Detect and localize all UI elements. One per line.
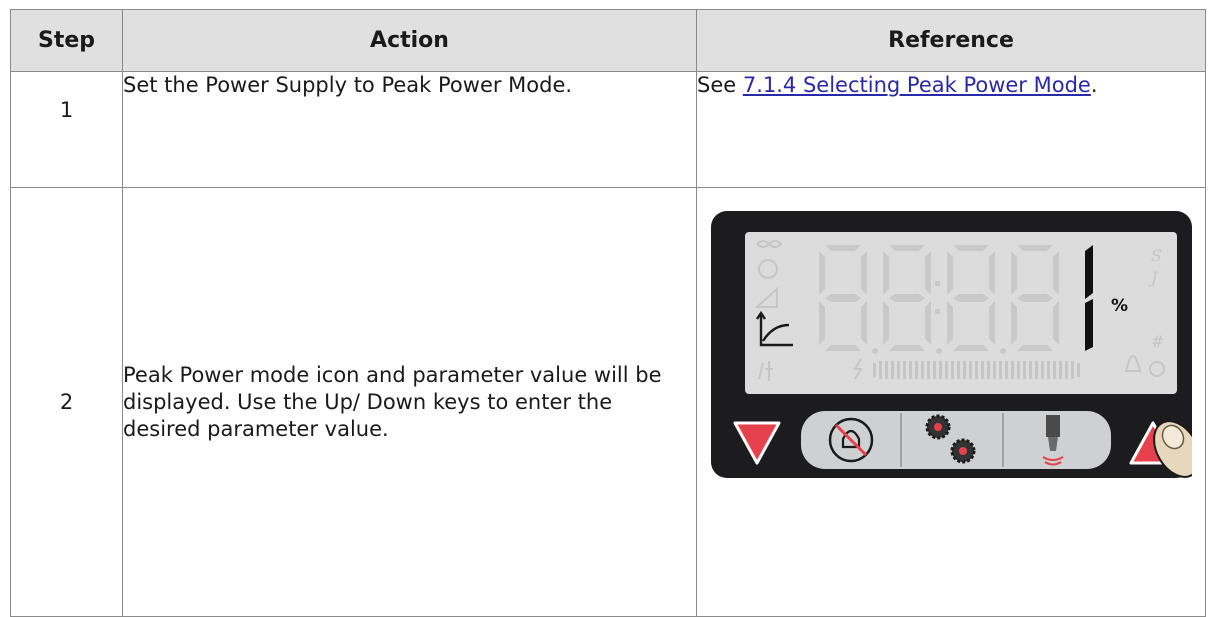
header-step: Step [10, 9, 123, 72]
reference-prefix: See [697, 73, 743, 97]
table-row: 2 Peak Power mode icon and parameter val… [10, 187, 1206, 617]
reference-link[interactable]: 7.1.4 Selecting Peak Power Mode [743, 73, 1091, 97]
header-row: Step Action Reference [10, 9, 1206, 72]
bar-graph [873, 361, 1080, 379]
reference-cell: See 7.1.4 Selecting Peak Power Mode. [696, 71, 1206, 188]
action-text: Peak Power mode icon and parameter value… [122, 187, 697, 617]
svg-text:#: # [1151, 332, 1164, 351]
reference-suffix: . [1090, 73, 1098, 97]
header-action: Action [122, 9, 697, 72]
svg-text:S: S [1151, 246, 1162, 265]
reference-cell: % S J # [696, 187, 1206, 617]
control-panel-image: % S J # [711, 211, 1192, 478]
table-row: 1 Set the Power Supply to Peak Power Mod… [10, 71, 1206, 188]
display-unit: % [1111, 296, 1128, 316]
procedure-table: Step Action Reference 1 Set the Power Su… [10, 9, 1206, 617]
action-text: Set the Power Supply to Peak Power Mode. [122, 71, 697, 188]
step-number: 1 [10, 71, 123, 188]
step-number: 2 [10, 187, 123, 617]
header-reference: Reference [696, 9, 1206, 72]
